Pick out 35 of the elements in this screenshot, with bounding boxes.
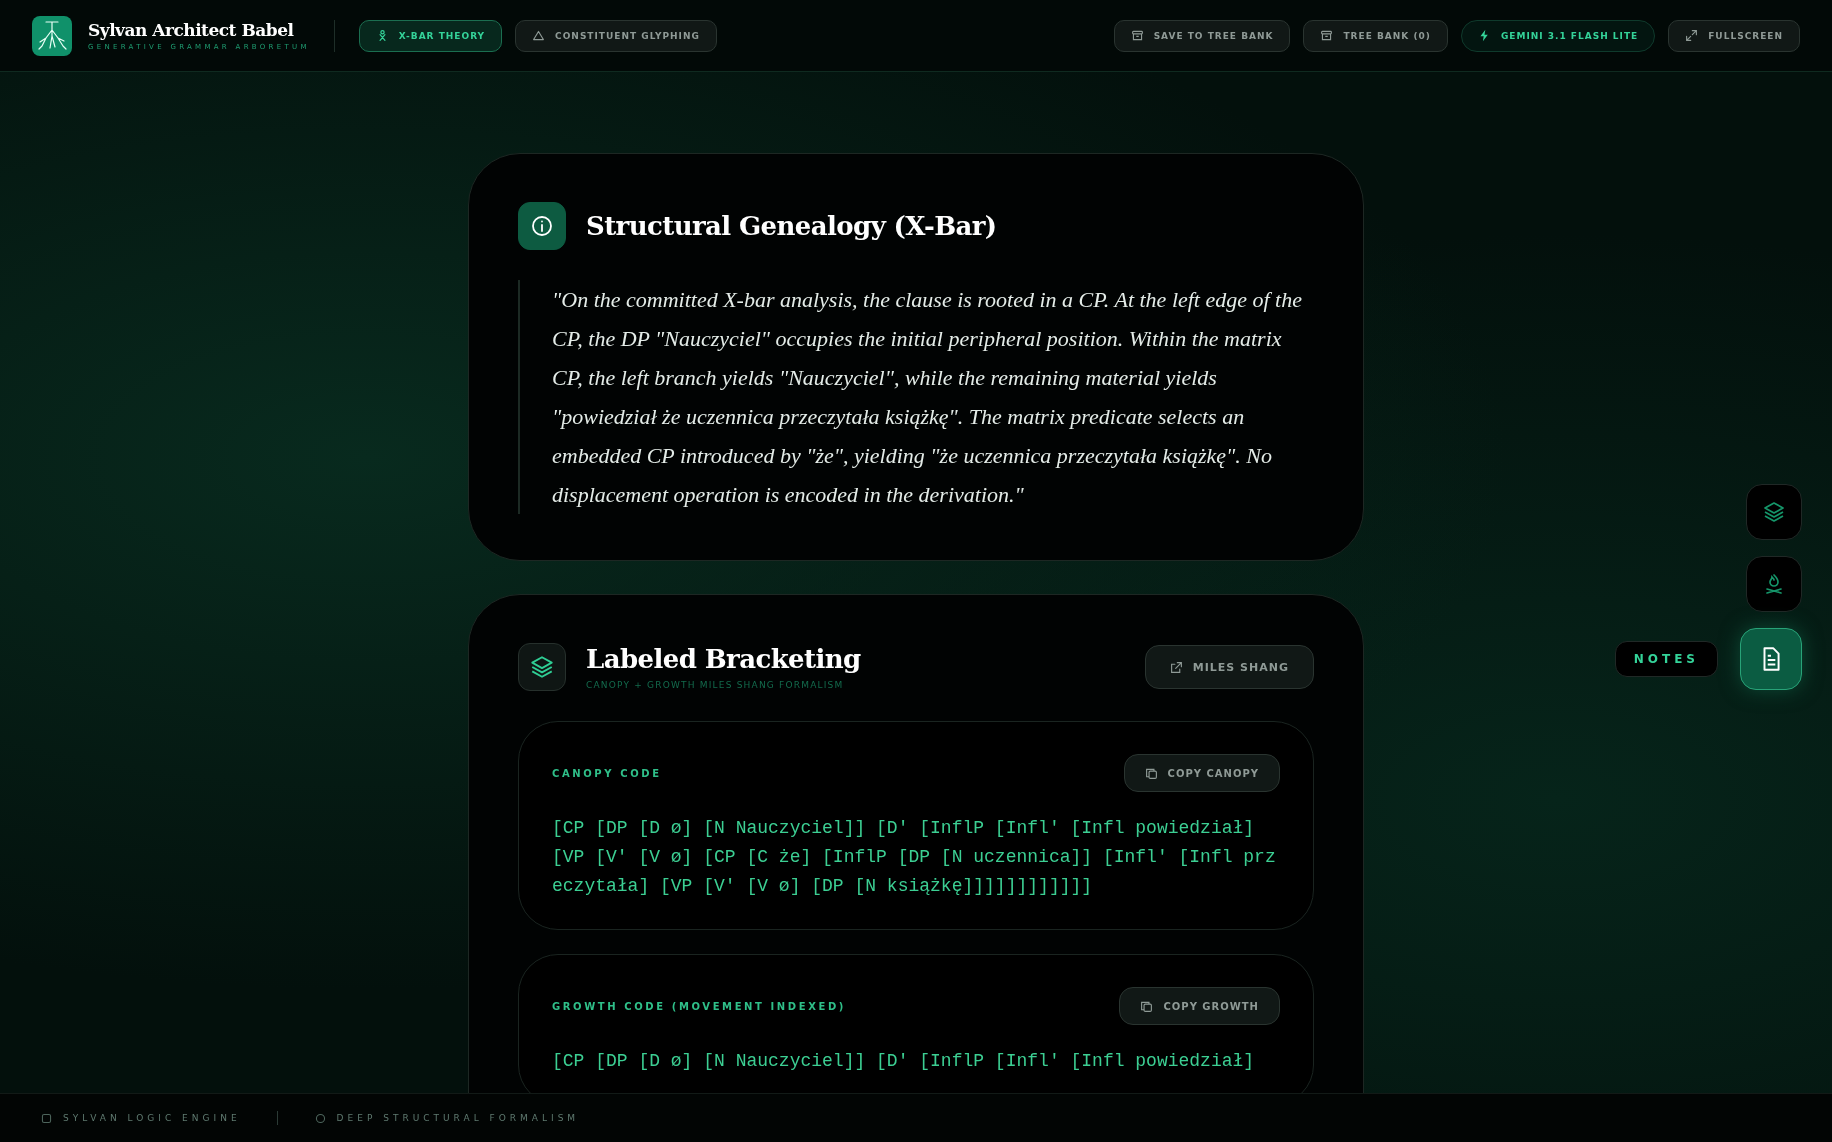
toolbar-button[interactable]: TREE BANK (0) xyxy=(1303,19,1448,52)
bracket-code: [CP [DP [D ø] [N Nauczyciel]] [D' [InflP [Infl' [Infl powiedział] [VP [V' [V ø] [CP [C że] [InflP [DP [N uczennica]] [Infl' [Infl przeczytała] [VP [V' [V ø] [DP [N książkę]]]]]]]]]]]] xyxy=(552,817,1276,898)
bracket-code: [CP [DP [D ø] [N Nauczyciel]] [D' [InflP [Infl' [Infl powiedział] xyxy=(552,1050,1256,1073)
toolbar-button[interactable]: GEMINI 3.1 FLASH LITE xyxy=(1460,19,1656,52)
archive-icon xyxy=(1320,29,1334,42)
copy-icon xyxy=(1140,999,1154,1013)
footer-label: SYLVAN LOGIC ENGINE xyxy=(63,1113,241,1123)
card-title: Labeled Bracketing xyxy=(586,644,861,674)
toolbar-button[interactable]: SAVE TO TREE BANK xyxy=(1113,19,1291,52)
analysis-quote: "On the committed X-bar analysis, the clause is rooted in a CP. At the left edge of the CP, the DP "Nauczyciel" occupies the initial peripheral position. Within the matrix CP, the left branch yields "Nauczyciel", while the remaining material yields "powiedział że uczennica przeczytała książkę". The matrix predicate selects an embedded CP introduced by "że", yielding "że uczennica przeczytała książkę". No displacement operation is encoded in the derivation." xyxy=(518,280,1314,514)
footer-label: DEEP STRUCTURAL FORMALISM xyxy=(336,1113,580,1123)
external-link-icon xyxy=(1169,660,1183,674)
copy-button[interactable]: COPY CANOPY xyxy=(1123,754,1280,792)
code-label: GROWTH CODE (MOVEMENT INDEXED) xyxy=(552,1000,846,1012)
tooltip: NOTES xyxy=(1614,641,1718,677)
copy-button[interactable]: COPY GROWTH xyxy=(1119,987,1280,1025)
chip-icon xyxy=(40,1111,53,1125)
triangle-icon xyxy=(532,29,546,42)
code-label: CANOPY CODE xyxy=(552,767,662,779)
mode-tab[interactable]: CONSTITUENT GLYPHING xyxy=(515,19,717,52)
circle-icon xyxy=(313,1111,327,1125)
card-subtitle: CANOPY + GROWTH MILES SHANG FORMALISM xyxy=(586,680,845,690)
archive-icon xyxy=(1130,29,1144,42)
tree-roots-logo xyxy=(32,15,72,56)
side-rail-button[interactable] xyxy=(1740,628,1802,690)
layers-icon xyxy=(1762,500,1786,524)
layers-icon xyxy=(518,643,566,691)
card-title: Structural Genealogy (X-Bar) xyxy=(586,211,997,241)
app-title: Sylvan Architect Babel xyxy=(88,20,295,40)
expand-icon xyxy=(1685,29,1699,42)
mode-tab[interactable]: X-BAR THEORY xyxy=(358,19,503,52)
copy-icon xyxy=(1144,766,1158,780)
toolbar-button[interactable]: FULLSCREEN xyxy=(1668,19,1800,52)
info-icon xyxy=(518,202,566,250)
external-link-button[interactable]: MILES SHANG xyxy=(1144,645,1314,689)
